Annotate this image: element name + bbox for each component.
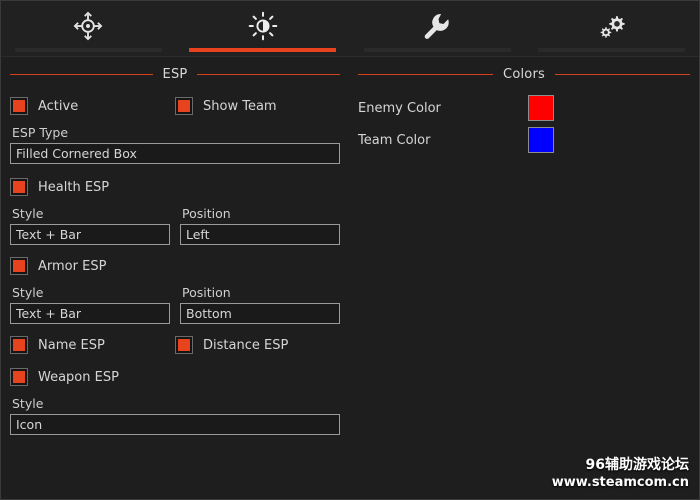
colors-panel: Colors Enemy Color Team Color <box>349 57 699 500</box>
section-rule-left <box>10 74 153 75</box>
checkbox-box-icon <box>175 336 193 354</box>
esp-type-select[interactable]: Filled Cornered Box <box>10 143 340 164</box>
health-style-label: Style <box>10 204 170 224</box>
enemy-color-row: Enemy Color <box>358 93 690 123</box>
distance-esp-cell: Distance ESP <box>175 330 340 360</box>
health-options-row: Style Text + Bar Position Left <box>10 202 340 245</box>
checkbox-distance-esp[interactable]: Distance ESP <box>175 330 340 360</box>
checkbox-name-esp-label: Name ESP <box>38 338 105 353</box>
watermark-url: www.steamcom.cn <box>552 475 689 491</box>
weapon-style-label: Style <box>10 394 340 414</box>
checkbox-active-label: Active <box>38 99 78 114</box>
section-rule-right <box>555 74 690 75</box>
tab-underline <box>538 48 685 52</box>
health-position-cell: Position Left <box>175 202 340 245</box>
checkbox-armor-esp-label: Armor ESP <box>38 259 106 274</box>
tab-underline-active <box>189 48 336 52</box>
tab-underline <box>15 48 162 52</box>
checkbox-box-icon <box>10 336 28 354</box>
checkbox-active[interactable]: Active <box>10 91 175 121</box>
checkbox-health-esp[interactable]: Health ESP <box>10 172 340 202</box>
enemy-color-label: Enemy Color <box>358 101 528 116</box>
esp-type-field: ESP Type Filled Cornered Box <box>10 123 340 164</box>
section-rule-left <box>358 74 493 75</box>
wrench-icon <box>422 11 452 41</box>
armor-position-label: Position <box>180 283 340 303</box>
checkbox-box-icon <box>10 257 28 275</box>
health-position-select[interactable]: Left <box>180 224 340 245</box>
checkbox-show-team[interactable]: Show Team <box>175 91 340 121</box>
gears-icon <box>597 11 627 41</box>
weapon-style-field: Style Icon <box>10 394 340 435</box>
checkbox-distance-esp-label: Distance ESP <box>203 338 288 353</box>
esp-section-header: ESP <box>10 57 340 91</box>
checkbox-box-icon <box>10 178 28 196</box>
checkbox-weapon-esp-label: Weapon ESP <box>38 370 119 385</box>
team-color-label: Team Color <box>358 133 528 148</box>
health-style-select[interactable]: Text + Bar <box>10 224 170 245</box>
health-position-label: Position <box>180 204 340 224</box>
team-color-swatch[interactable] <box>528 127 554 153</box>
esp-section-title: ESP <box>163 67 188 82</box>
crosshair-icon <box>73 11 103 41</box>
show-team-cell: Show Team <box>175 91 340 121</box>
tab-settings[interactable] <box>525 1 700 56</box>
tab-aimbot[interactable] <box>1 1 176 56</box>
tab-visuals[interactable] <box>176 1 351 56</box>
checkbox-name-esp[interactable]: Name ESP <box>10 330 175 360</box>
esp-panel: ESP Active Show Team ES <box>1 57 349 500</box>
armor-position-cell: Position Bottom <box>175 281 340 324</box>
colors-section-header: Colors <box>358 57 690 91</box>
app-window: ESP Active Show Team ES <box>0 0 700 500</box>
armor-style-cell: Style Text + Bar <box>10 281 175 324</box>
checkbox-box-icon <box>175 97 193 115</box>
name-esp-cell: Name ESP <box>10 330 175 360</box>
section-rule-right <box>197 74 340 75</box>
weapon-style-select[interactable]: Icon <box>10 414 340 435</box>
checkbox-health-esp-label: Health ESP <box>38 180 109 195</box>
checkbox-show-team-label: Show Team <box>203 99 277 114</box>
tab-misc[interactable] <box>350 1 525 56</box>
colors-section-title: Colors <box>503 67 545 82</box>
sun-icon <box>248 11 278 41</box>
checkbox-armor-esp[interactable]: Armor ESP <box>10 251 340 281</box>
checkbox-box-icon <box>10 368 28 386</box>
name-distance-row: Name ESP Distance ESP <box>10 330 340 360</box>
watermark-forum-name: 96辅助游戏论坛 <box>552 457 689 475</box>
armor-options-row: Style Text + Bar Position Bottom <box>10 281 340 324</box>
health-style-cell: Style Text + Bar <box>10 202 175 245</box>
tab-underline <box>364 48 511 52</box>
tab-bar <box>1 1 699 57</box>
esp-toggle-row: Active Show Team <box>10 91 340 121</box>
team-color-row: Team Color <box>358 125 690 155</box>
enemy-color-swatch[interactable] <box>528 95 554 121</box>
armor-style-select[interactable]: Text + Bar <box>10 303 170 324</box>
esp-type-label: ESP Type <box>10 123 340 143</box>
checkbox-box-icon <box>10 97 28 115</box>
active-cell: Active <box>10 91 175 121</box>
content-area: ESP Active Show Team ES <box>1 57 699 500</box>
armor-style-label: Style <box>10 283 170 303</box>
watermark: 96辅助游戏论坛 www.steamcom.cn <box>552 457 689 491</box>
checkbox-weapon-esp[interactable]: Weapon ESP <box>10 362 340 392</box>
armor-position-select[interactable]: Bottom <box>180 303 340 324</box>
